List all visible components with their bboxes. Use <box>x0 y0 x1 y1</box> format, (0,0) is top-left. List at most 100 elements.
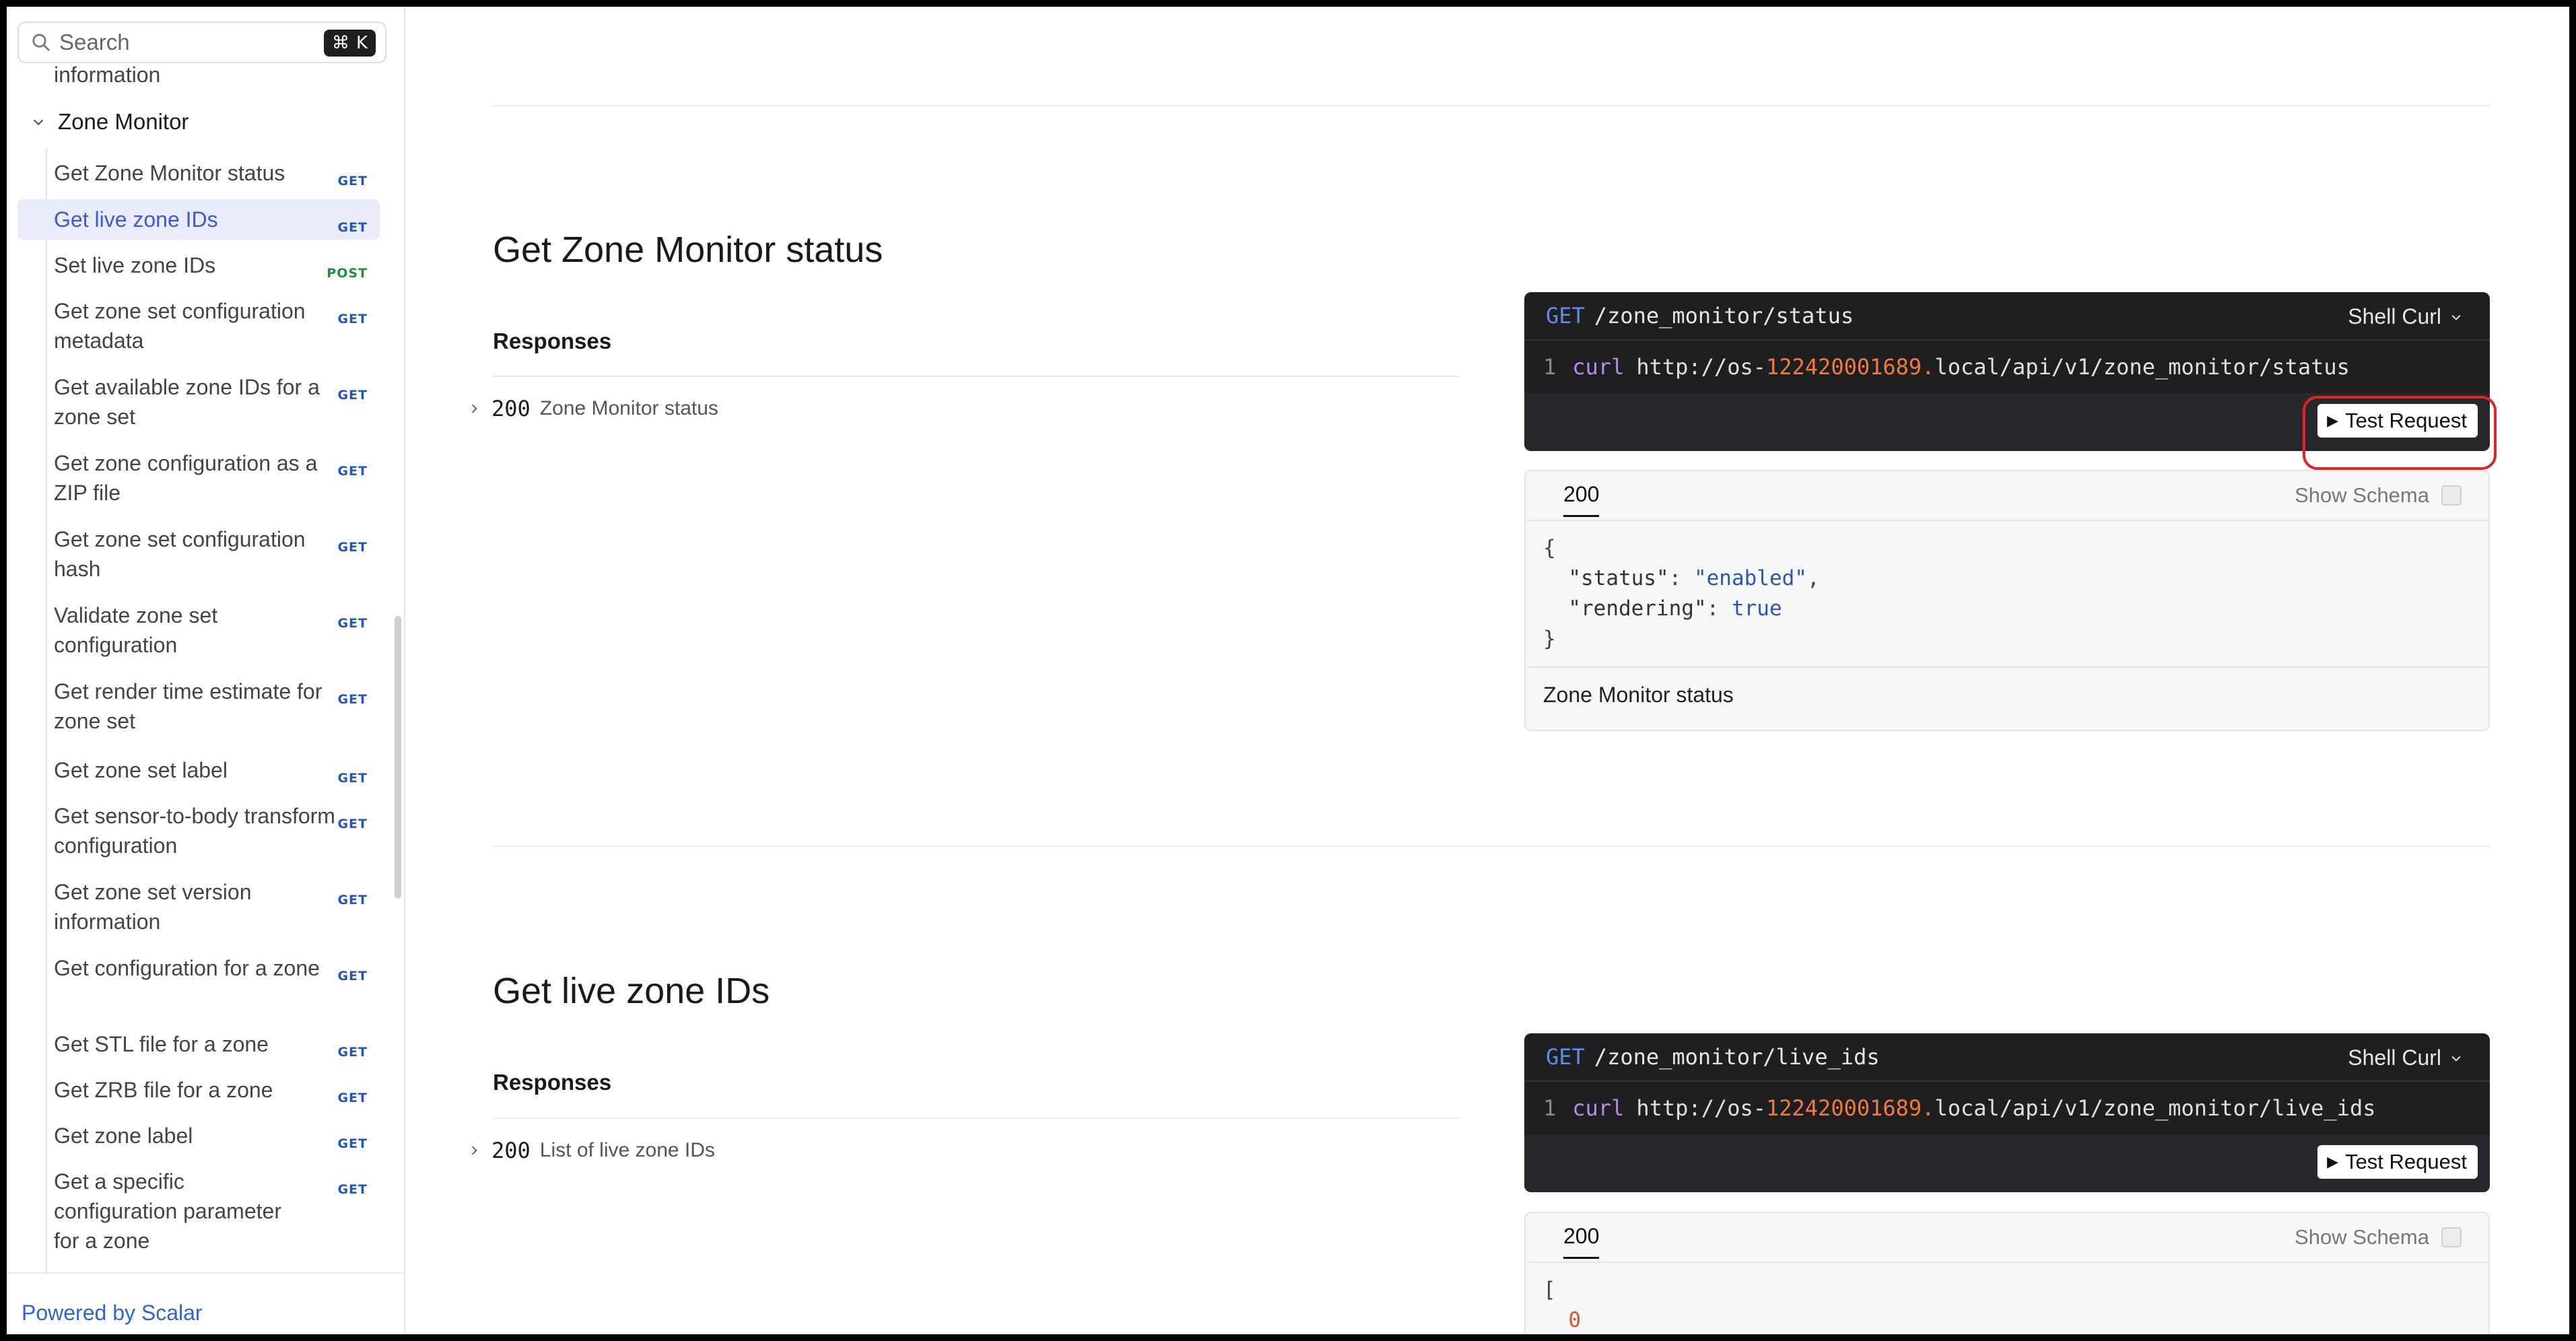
test-request-button[interactable]: ▶ Test Request <box>2317 1145 2478 1179</box>
search-box[interactable]: ⌘ K <box>18 22 386 63</box>
method-badge: GET <box>337 1136 368 1151</box>
json-line: "rendering": true <box>1568 596 1782 621</box>
curl-command: curl <box>1572 1095 1625 1121</box>
language-label: Shell Curl <box>2348 304 2441 329</box>
sidebar-item-zone-set-label[interactable]: Get zone set label GET <box>18 755 380 786</box>
sidebar-item-configuration-for-zone[interactable]: Get configuration for a zone GET <box>18 953 380 984</box>
sidebar-item-available-zone-ids[interactable]: Get available zone IDs for a zone set GE… <box>18 372 380 432</box>
line-number: 1 <box>1543 1095 1557 1121</box>
sidebar-item-get-live-zone-ids[interactable]: Get live zone IDs GET <box>18 199 380 240</box>
method-badge: GET <box>337 1045 368 1060</box>
responses-label: Responses <box>493 1070 612 1095</box>
method-badge: GET <box>337 464 368 479</box>
play-icon: ▶ <box>2327 1153 2339 1170</box>
method-badge: GET <box>337 817 368 831</box>
show-schema-toggle[interactable]: Show Schema <box>2295 483 2462 508</box>
sidebar-item-label: Get sensor-to-body transform configurati… <box>54 804 335 858</box>
sidebar-item-label: Get available zone IDs for a zone set <box>54 375 320 429</box>
sidebar-item-get-zone-monitor-status[interactable]: Get Zone Monitor status GET <box>18 158 380 188</box>
line-number: 1 <box>1543 354 1557 380</box>
powered-by-link[interactable]: Powered by Scalar <box>22 1301 203 1326</box>
json-line: "status": "enabled", <box>1568 566 1820 590</box>
language-selector[interactable]: Shell Curl <box>2348 1045 2463 1070</box>
sidebar-item-zrb-file[interactable]: Get ZRB file for a zone GET <box>18 1075 380 1105</box>
json-brace: { <box>1543 536 1556 560</box>
endpoint-path: /zone_monitor/status <box>1594 303 1854 329</box>
tab-200[interactable]: 200 <box>1563 482 1600 517</box>
chevron-right-icon <box>471 404 477 413</box>
section-title: Get Zone Monitor status <box>493 230 883 270</box>
sidebar-item-label: Get configuration for a zone <box>54 956 320 980</box>
endpoint-path: /zone_monitor/live_ids <box>1594 1044 1880 1070</box>
method-badge: GET <box>337 174 368 188</box>
sidebar-group-zone-monitor[interactable]: Zone Monitor <box>31 109 189 135</box>
method-badge: GET <box>337 220 368 235</box>
sidebar-item-label: Get zone set configuration hash <box>54 527 306 581</box>
response-code: 200 <box>492 1138 531 1163</box>
sidebar-item-render-time-estimate[interactable]: Get render time estimate for zone set GE… <box>18 677 380 736</box>
url-host-variable: 122420001689. <box>1765 354 1935 380</box>
sidebar-item-label: Get ZRB file for a zone <box>54 1078 273 1102</box>
request-code-card: GET /zone_monitor/live_ids Shell Curl 1 … <box>1524 1033 2490 1192</box>
sidebar-item-zone-configuration-zip[interactable]: Get zone configuration as a ZIP file GET <box>18 448 380 508</box>
chevron-down-icon <box>2451 1056 2461 1062</box>
sidebar-item-label: Get live zone IDs <box>54 207 218 232</box>
sidebar-item-label: Get Zone Monitor status <box>54 161 285 185</box>
search-icon <box>32 34 50 51</box>
tab-200[interactable]: 200 <box>1563 1224 1600 1259</box>
request-footer: ▶ Test Request <box>1524 1134 2490 1192</box>
show-schema-toggle[interactable]: Show Schema <box>2295 1225 2462 1249</box>
sidebar-item-zone-set-configuration-hash[interactable]: Get zone set configuration hash GET <box>18 524 380 584</box>
json-line: 0 <box>1568 1308 1581 1332</box>
sidebar-scrollbar[interactable] <box>395 616 401 899</box>
method-badge: GET <box>337 312 368 326</box>
sidebar-item-set-live-zone-ids[interactable]: Set live zone IDs POST <box>18 250 380 281</box>
sidebar-item-zone-set-version[interactable]: Get zone set version information GET <box>18 877 380 936</box>
sidebar-item-validate-zone-set[interactable]: Validate zone set configuration GET <box>18 600 380 660</box>
url-prefix: http://os- <box>1636 1095 1766 1121</box>
sidebar-item-zone-label[interactable]: Get zone label GET <box>18 1121 380 1151</box>
sidebar-footer: Powered by Scalar <box>7 1272 404 1334</box>
responses-label: Responses <box>493 329 612 353</box>
response-json: [ 0 <box>1526 1263 2488 1334</box>
json-bracket: [ <box>1543 1278 1556 1302</box>
sidebar-item-zone-set-configuration-metadata[interactable]: Get zone set configuration metadata GET <box>18 296 380 355</box>
language-selector[interactable]: Shell Curl <box>2348 304 2463 329</box>
method-badge: GET <box>337 1091 368 1105</box>
request-header: GET /zone_monitor/live_ids Shell Curl <box>1524 1033 2490 1082</box>
response-tabs: 200 Show Schema <box>1526 471 2488 521</box>
sidebar-item-stl-file[interactable]: Get STL file for a zone GET <box>18 1029 380 1060</box>
url-prefix: http://os- <box>1636 354 1766 380</box>
request-code-line: 1 curl http://os- 122420001689. local/api/… <box>1524 1082 2490 1134</box>
sidebar-item-label: Set live zone IDs <box>54 253 216 277</box>
sidebar-item-cut-off[interactable]: information <box>54 64 160 85</box>
sidebar-item-sensor-to-body-transform[interactable]: Get sensor-to-body transform configurati… <box>18 801 380 860</box>
chevron-down-icon <box>33 119 44 126</box>
command-key-icon: ⌘ <box>331 33 349 53</box>
chevron-right-icon <box>471 1146 477 1155</box>
sidebar-item-label: Get zone label <box>54 1124 193 1148</box>
url-suffix: local/api/v1/zone_monitor/status <box>1934 354 2350 380</box>
json-brace: } <box>1543 627 1556 651</box>
response-row[interactable]: 200 List of live zone IDs <box>467 1138 715 1163</box>
method-badge: GET <box>337 771 368 786</box>
sidebar-item-label: Get STL file for a zone <box>54 1032 269 1056</box>
responses-divider <box>493 376 1460 377</box>
url-host-variable: 122420001689. <box>1765 1095 1935 1121</box>
sidebar-item-label: Get render time estimate for zone set <box>54 679 323 733</box>
response-tabs: 200 Show Schema <box>1526 1213 2488 1263</box>
show-schema-label: Show Schema <box>2295 483 2429 507</box>
keyboard-shortcut-badge: ⌘ K <box>323 30 376 57</box>
shortcut-key: K <box>355 33 368 53</box>
sidebar-item-configuration-parameter[interactable]: Get a specific configuration parameter f… <box>18 1167 380 1256</box>
sidebar-item-label: Get zone set configuration metadata <box>54 299 306 353</box>
language-label: Shell Curl <box>2348 1045 2441 1070</box>
show-schema-checkbox[interactable] <box>2441 1227 2462 1247</box>
response-row[interactable]: 200 Zone Monitor status <box>467 396 718 421</box>
url-suffix: local/api/v1/zone_monitor/live_ids <box>1934 1095 2376 1121</box>
method-badge: POST <box>327 266 368 281</box>
search-input[interactable] <box>58 29 316 56</box>
section-title: Get live zone IDs <box>493 971 770 1011</box>
method-badge: GET <box>337 616 368 631</box>
show-schema-checkbox[interactable] <box>2441 485 2462 506</box>
